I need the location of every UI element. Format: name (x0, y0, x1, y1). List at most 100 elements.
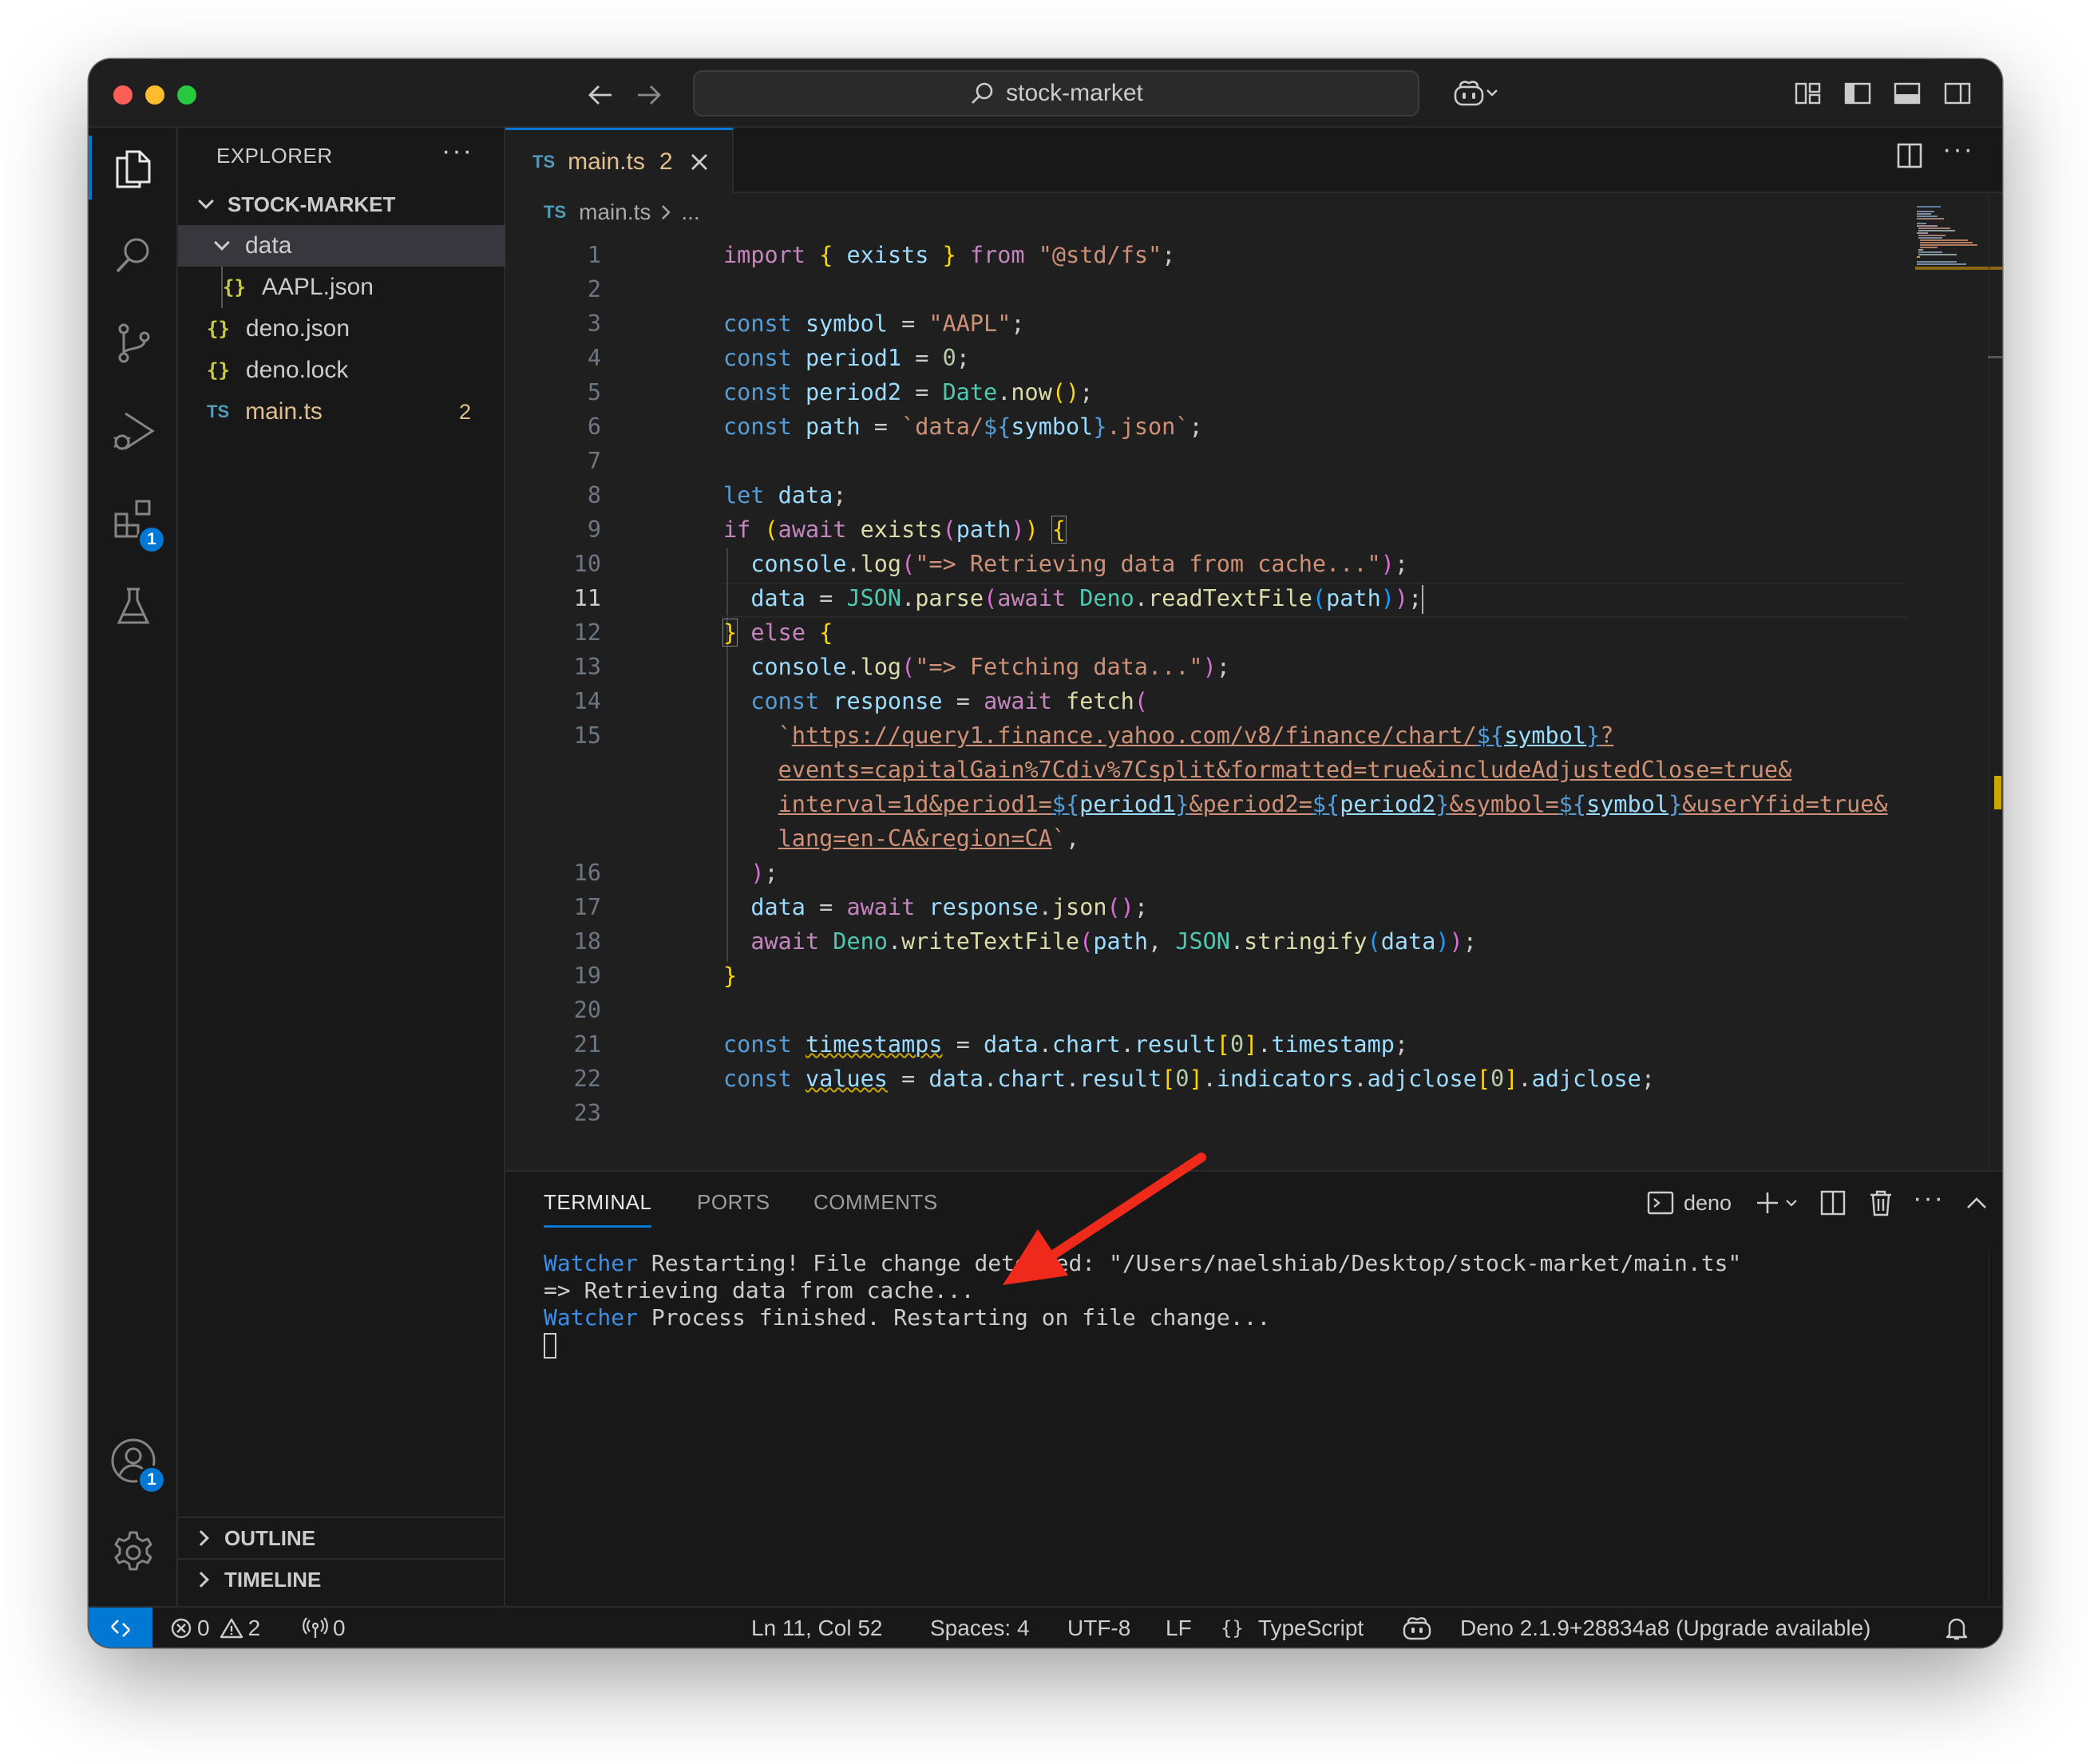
code-line: 19} (505, 959, 1918, 993)
terminal-scrollbar[interactable] (1989, 1250, 2002, 1601)
editor-tab-bar: TS main.ts 2 ··· (505, 128, 2002, 193)
code-line: 15 `https://query1.finance.yahoo.com/v8/… (505, 718, 1918, 753)
close-window-button[interactable] (113, 85, 133, 105)
folder-label: data (245, 232, 292, 259)
chevron-right-icon (193, 1530, 209, 1546)
terminal-shell-selector[interactable]: deno (1647, 1185, 1743, 1221)
line-number: 10 (573, 551, 601, 577)
search-activity[interactable] (89, 216, 178, 295)
file-label: deno.lock (245, 357, 349, 383)
tab-problem-count: 2 (659, 148, 673, 175)
maximize-panel-icon[interactable] (1958, 1185, 1995, 1221)
manage-activity[interactable] (89, 1513, 178, 1592)
code-line: 23 (505, 1096, 1918, 1130)
copilot-menu[interactable] (1444, 75, 1508, 112)
plus-icon (1755, 1190, 1803, 1216)
new-terminal-button[interactable] (1751, 1185, 1807, 1221)
customize-layout-icon[interactable] (1790, 75, 1827, 112)
run-and-debug-activity[interactable] (89, 391, 178, 471)
end-of-line[interactable]: LF (1166, 1608, 1192, 1647)
terminal-output[interactable]: Watcher Restarting! File change detected… (544, 1250, 1741, 1359)
encoding[interactable]: UTF-8 (1067, 1608, 1130, 1647)
explorer-more-actions-icon[interactable]: ··· (441, 136, 473, 167)
tab-terminal[interactable]: TERMINAL (544, 1172, 652, 1232)
broadcast-icon (303, 1616, 328, 1640)
split-terminal-icon[interactable] (1815, 1185, 1851, 1221)
editor-more-actions-icon[interactable]: ··· (1942, 134, 1974, 165)
back-arrow-icon[interactable] (582, 77, 619, 113)
accounts-badge: 1 (137, 1465, 166, 1494)
editor-vertical-scrollbar[interactable] (1988, 193, 2002, 1170)
line-number: 2 (587, 276, 601, 303)
code-line: 18 await Deno.writeTextFile(path, JSON.s… (505, 924, 1918, 959)
line-number: 13 (573, 654, 601, 680)
line-number: 14 (573, 688, 601, 714)
vscode-window: stock-market 1 1 EXPLORER ··· STOCK-MARK… (89, 59, 2002, 1647)
notifications-button[interactable] (1945, 1608, 1969, 1647)
command-center-search[interactable]: stock-market (693, 70, 1419, 117)
tree-item-deno-lock[interactable]: {} deno.lock (178, 350, 505, 391)
tree-item-main-ts[interactable]: TS main.ts 2 (178, 391, 505, 433)
zoom-window-button[interactable] (177, 85, 196, 105)
timeline-section[interactable]: TIMELINE (178, 1558, 505, 1600)
tab-main-ts[interactable]: TS main.ts 2 (505, 128, 734, 193)
tab-ports[interactable]: PORTS (697, 1172, 770, 1232)
extensions-badge: 1 (137, 525, 166, 554)
close-tab-icon[interactable] (691, 153, 708, 171)
explorer-activity[interactable] (89, 128, 178, 208)
deno-version[interactable]: Deno 2.1.9+28834a8 (Upgrade available) (1460, 1608, 1871, 1647)
panel-more-actions-icon[interactable]: ··· (1910, 1180, 1947, 1216)
line-number: 1 (587, 242, 601, 268)
terminal-line: Watcher Restarting! File change detected… (544, 1250, 1741, 1277)
timeline-label: TIMELINE (224, 1567, 322, 1592)
split-editor-icon[interactable] (1896, 142, 1923, 169)
breadcrumb-file[interactable]: main.ts (579, 200, 651, 225)
chevron-down-icon (198, 193, 214, 209)
code-line: 9 if (await exists(path)) { (505, 512, 1918, 547)
code-line: 14 const response = await fetch( (505, 684, 1918, 718)
tab-comments[interactable]: COMMENTS (813, 1172, 938, 1232)
indentation[interactable]: Spaces: 4 (930, 1608, 1030, 1647)
tree-item-data-folder[interactable]: data (178, 225, 505, 267)
workspace-root[interactable]: STOCK-MARKET (178, 184, 505, 225)
ports-indicator[interactable]: 0 (303, 1608, 346, 1647)
code-line: 10 console.log("=> Retrieving data from … (505, 547, 1918, 581)
workspace-root-label: STOCK-MARKET (228, 192, 396, 216)
terminal-prefix: Watcher (544, 1304, 639, 1331)
status-bar: 0 2 0 Ln 11, Col 52 Spaces: 4 UTF-8 LF {… (89, 1606, 2002, 1647)
toggle-secondary-sidebar-icon[interactable] (1939, 75, 1976, 112)
language-mode[interactable]: {} TypeScript (1221, 1608, 1364, 1647)
terminal-shell-name: deno (1684, 1190, 1732, 1215)
toggle-panel-icon[interactable] (1889, 75, 1926, 112)
tree-item-aapl-json[interactable]: {} AAPL.json (178, 267, 505, 308)
text-cursor (1422, 585, 1424, 614)
explorer-sidebar: EXPLORER ··· STOCK-MARKET data {} AAPL.j… (178, 128, 505, 1606)
outline-section[interactable]: OUTLINE (178, 1517, 505, 1558)
problem-count-badge: 2 (459, 399, 472, 424)
breadcrumb-symbols[interactable]: ... (681, 200, 699, 225)
error-icon (170, 1617, 192, 1639)
forward-arrow-icon[interactable] (631, 77, 667, 113)
copilot-status[interactable] (1403, 1608, 1431, 1647)
trash-icon[interactable] (1862, 1185, 1899, 1221)
testing-activity[interactable] (89, 567, 178, 647)
search-icon (111, 233, 156, 278)
minimize-window-button[interactable] (145, 85, 164, 105)
tree-item-deno-json[interactable]: {} deno.json (178, 308, 505, 350)
ports-count: 0 (333, 1616, 346, 1640)
code-line: 22 const values = data.chart.result[0].in… (505, 1062, 1918, 1096)
file-label: deno.json (245, 315, 350, 342)
json-file-icon: {} (207, 359, 230, 382)
line-number: 23 (573, 1100, 601, 1126)
problems-indicator[interactable]: 0 2 (170, 1608, 260, 1647)
accounts-activity[interactable]: 1 (89, 1421, 178, 1501)
line-number: 7 (587, 448, 601, 474)
cursor-position[interactable]: Ln 11, Col 52 (751, 1608, 883, 1647)
line-number: 11 (573, 585, 601, 611)
line-number: 3 (587, 310, 601, 337)
extensions-activity[interactable]: 1 (89, 479, 178, 559)
code-line: events=capitalGain%7Cdiv%7Csplit&formatt… (778, 757, 1792, 783)
remote-indicator[interactable] (89, 1608, 152, 1647)
toggle-primary-sidebar-icon[interactable] (1839, 75, 1876, 112)
source-control-activity[interactable] (89, 303, 178, 383)
